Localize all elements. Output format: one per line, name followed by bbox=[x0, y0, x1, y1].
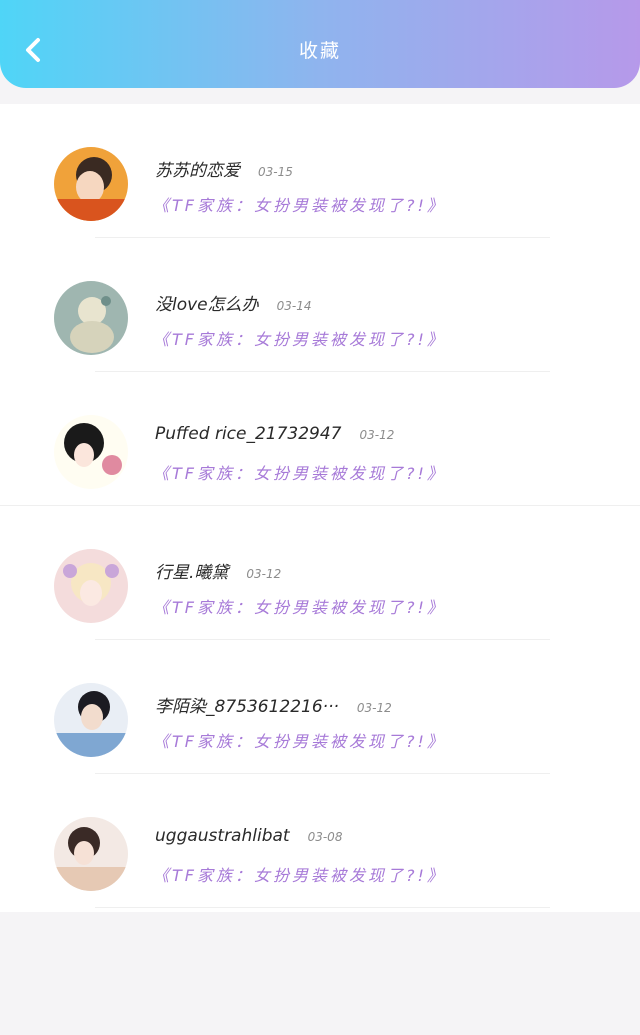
header-bar: 收藏 bbox=[0, 0, 640, 88]
list-item[interactable]: uggaustrahlibat 03-08 《TF家族：女扮男装被发现了?!》 bbox=[0, 774, 640, 908]
list-item[interactable]: 没love怎么办 03-14 《TF家族：女扮男装被发现了?!》 bbox=[0, 238, 640, 372]
book-title[interactable]: 《TF家族：女扮男装被发现了?!》 bbox=[153, 192, 446, 216]
username: 李陌染_8753612216··· bbox=[155, 697, 339, 717]
list-item[interactable]: 李陌染_8753612216··· 03-12 《TF家族：女扮男装被发现了?!… bbox=[0, 640, 640, 774]
favorites-list: 苏苏的恋爱 03-15 《TF家族：女扮男装被发现了?!》 没love怎么办 0… bbox=[0, 104, 640, 912]
divider bbox=[95, 907, 550, 908]
book-title[interactable]: 《TF家族：女扮男装被发现了?!》 bbox=[153, 460, 446, 484]
date: 03-12 bbox=[359, 428, 395, 442]
avatar bbox=[54, 549, 128, 623]
book-title[interactable]: 《TF家族：女扮男装被发现了?!》 bbox=[153, 594, 446, 618]
date: 03-14 bbox=[276, 299, 312, 313]
avatar bbox=[54, 147, 128, 221]
list-item[interactable]: Puffed rice_21732947 03-12 《TF家族：女扮男装被发现… bbox=[0, 372, 640, 506]
username: uggaustrahlibat bbox=[155, 826, 290, 846]
avatar bbox=[54, 281, 128, 355]
date: 03-12 bbox=[356, 701, 392, 715]
avatar bbox=[54, 817, 128, 891]
username: 行星.曦黛 bbox=[155, 563, 229, 583]
book-title[interactable]: 《TF家族：女扮男装被发现了?!》 bbox=[153, 728, 446, 752]
date: 03-15 bbox=[258, 165, 293, 179]
list-item[interactable]: 苏苏的恋爱 03-15 《TF家族：女扮男装被发现了?!》 bbox=[0, 104, 640, 238]
avatar bbox=[54, 415, 128, 489]
list-item[interactable]: 行星.曦黛 03-12 《TF家族：女扮男装被发现了?!》 bbox=[0, 506, 640, 640]
date: 03-08 bbox=[307, 830, 343, 844]
username: 没love怎么办 bbox=[155, 295, 259, 315]
page-title: 收藏 bbox=[298, 40, 341, 62]
avatar bbox=[54, 683, 128, 757]
book-title[interactable]: 《TF家族：女扮男装被发现了?!》 bbox=[153, 862, 446, 886]
username: 苏苏的恋爱 bbox=[155, 161, 240, 181]
username: Puffed rice_21732947 bbox=[155, 424, 342, 444]
book-title[interactable]: 《TF家族：女扮男装被发现了?!》 bbox=[153, 326, 446, 350]
date: 03-12 bbox=[246, 567, 282, 581]
